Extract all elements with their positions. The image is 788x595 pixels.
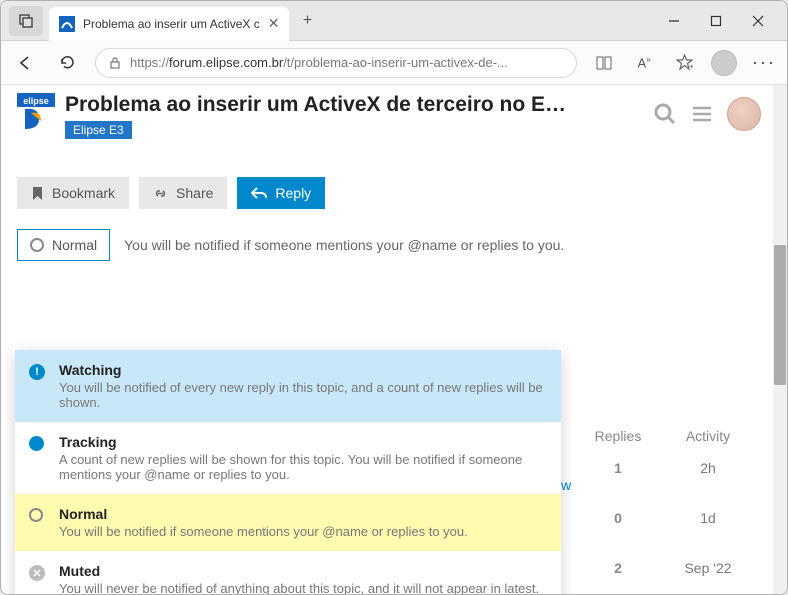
url-text: https://forum.elipse.com.br/t/problema-a… — [130, 55, 564, 70]
svg-text:elipse: elipse — [23, 96, 49, 106]
reply-icon — [251, 186, 267, 200]
scrollbar[interactable] — [773, 85, 787, 594]
page-title: Problema ao inserir um ActiveX de tercei… — [65, 93, 643, 117]
window-controls — [653, 10, 779, 32]
svg-text:+: + — [689, 62, 693, 71]
favorites-button[interactable]: + — [671, 50, 697, 76]
tab-manager-button[interactable] — [9, 6, 43, 36]
bookmark-icon — [31, 186, 44, 201]
hamburger-icon[interactable] — [691, 103, 713, 125]
dot-icon — [29, 436, 44, 451]
table-row[interactable]: 0 1d — [573, 502, 753, 534]
dropdown-item-normal[interactable]: NormalYou will be notified if someone me… — [15, 494, 561, 551]
new-tab-button[interactable]: + — [293, 7, 321, 35]
address-bar: https://forum.elipse.com.br/t/problema-a… — [1, 41, 787, 85]
link-icon — [153, 186, 168, 201]
col-replies[interactable]: Replies — [573, 420, 663, 452]
notification-current: Normal — [52, 237, 97, 253]
reading-mode-button[interactable] — [591, 50, 617, 76]
site-logo-icon: elipse — [17, 93, 55, 131]
ring-icon — [29, 508, 43, 522]
dropdown-item-tracking[interactable]: TrackingA count of new replies will be s… — [15, 422, 561, 494]
share-label: Share — [176, 185, 213, 201]
notification-level-button[interactable]: Normal — [17, 229, 110, 261]
minimize-button[interactable] — [663, 10, 685, 32]
exclaim-icon: ! — [29, 364, 45, 380]
topic-header: elipse Problema ao inserir um ActiveX de… — [13, 85, 761, 147]
reply-button[interactable]: Reply — [237, 177, 325, 209]
table-row[interactable]: 1 2h — [573, 452, 753, 484]
scrollbar-thumb[interactable] — [774, 245, 786, 385]
bookmark-label: Bookmark — [52, 185, 115, 201]
text-size-button[interactable]: A» — [631, 50, 657, 76]
category-badge[interactable]: Elipse E3 — [65, 121, 132, 139]
dropdown-item-muted[interactable]: ✕ MutedYou will never be notified of any… — [15, 551, 561, 594]
bookmark-button[interactable]: Bookmark — [17, 177, 129, 209]
tab-close-button[interactable]: ✕ — [268, 15, 280, 32]
notification-dropdown: ! WatchingYou will be notified of every … — [15, 350, 561, 594]
notification-description: You will be notified if someone mentions… — [124, 237, 564, 253]
close-window-button[interactable] — [747, 10, 769, 32]
titlebar: Problema ao inserir um ActiveX c ✕ + — [1, 1, 787, 41]
mute-icon: ✕ — [29, 565, 45, 581]
favicon-icon — [59, 16, 75, 32]
notification-row: Normal You will be notified if someone m… — [13, 225, 761, 277]
partial-text: w — [561, 477, 571, 493]
share-button[interactable]: Share — [139, 177, 227, 209]
topic-table: Replies Activity 1 2h 0 1d 2 Sep '22 — [573, 420, 753, 584]
refresh-button[interactable] — [53, 49, 81, 77]
back-button[interactable] — [11, 49, 39, 77]
tab-title: Problema ao inserir um ActiveX c — [83, 17, 260, 31]
page-content: elipse Problema ao inserir um ActiveX de… — [1, 85, 787, 594]
browser-tab[interactable]: Problema ao inserir um ActiveX c ✕ — [49, 7, 289, 41]
tabs-icon — [18, 13, 34, 29]
user-avatar[interactable] — [727, 97, 761, 131]
more-button[interactable]: ··· — [751, 50, 777, 76]
maximize-button[interactable] — [705, 10, 727, 32]
url-input[interactable]: https://forum.elipse.com.br/t/problema-a… — [95, 48, 577, 78]
table-row[interactable]: 2 Sep '22 — [573, 552, 753, 584]
dropdown-item-watching[interactable]: ! WatchingYou will be notified of every … — [15, 350, 561, 422]
reply-label: Reply — [275, 185, 311, 201]
browser-window: Problema ao inserir um ActiveX c ✕ + htt… — [0, 0, 788, 595]
topic-actions: Bookmark Share Reply — [13, 147, 761, 225]
search-icon[interactable] — [653, 102, 677, 126]
profile-button[interactable] — [711, 50, 737, 76]
lock-icon — [108, 56, 122, 70]
col-activity[interactable]: Activity — [663, 420, 753, 452]
ring-icon — [30, 238, 44, 252]
